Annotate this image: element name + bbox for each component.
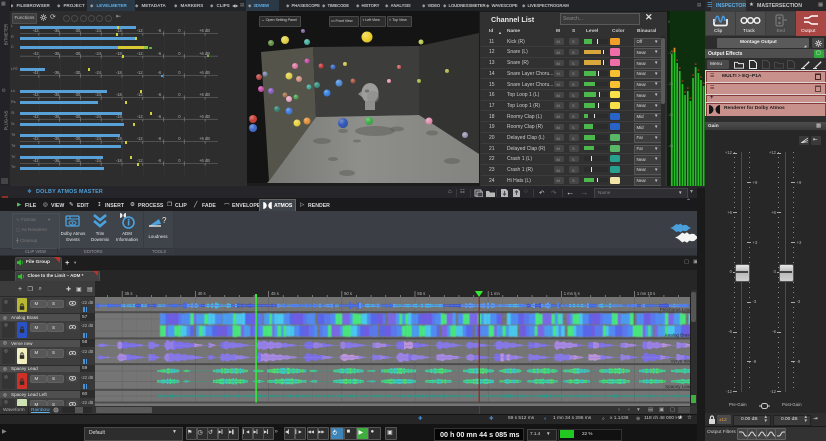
svg-text:-48: -48 bbox=[668, 144, 673, 148]
svg-text:-24: -24 bbox=[668, 82, 673, 86]
svg-text:Spacey Lead: Spacey Lead bbox=[665, 384, 692, 389]
svg-text:0: 0 bbox=[668, 20, 670, 24]
svg-text:Prechorus Lead: Prechorus Lead bbox=[660, 307, 693, 312]
svg-text:?: ? bbox=[162, 216, 167, 225]
svg-text:-36: -36 bbox=[668, 113, 673, 117]
svg-text:-12: -12 bbox=[668, 51, 673, 55]
svg-text:Analog Brass: Analog Brass bbox=[665, 333, 693, 338]
